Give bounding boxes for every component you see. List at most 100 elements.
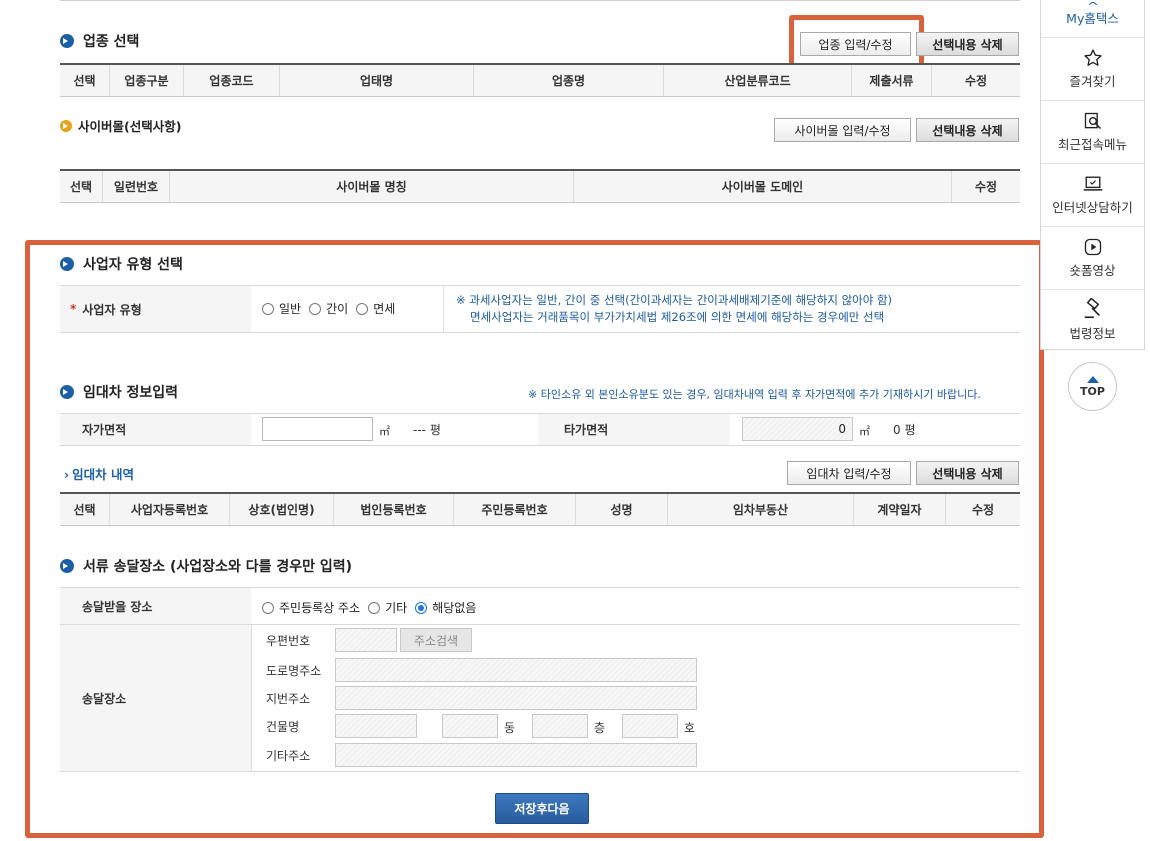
lease-table-header: 선택 사업자등록번호 상호(법인명) 법인등록번호 주민등록번호 성명 임차부동…	[60, 492, 1020, 526]
sidebar-item-shortform[interactable]: 숏폼영상	[1041, 227, 1144, 290]
top-label: TOP	[1080, 384, 1105, 398]
section-bullet-icon	[60, 559, 74, 573]
radio-circle[interactable]	[262, 601, 274, 614]
person-icon	[1088, 2, 1097, 5]
arrow-up-icon	[1086, 375, 1099, 383]
ho-label: 호	[684, 721, 696, 735]
lease-detail-title-text: 임대차 내역	[72, 467, 135, 482]
dong-label: 동	[504, 721, 516, 735]
industry-edit-button[interactable]: 업종 입력/수정	[800, 32, 911, 56]
cybermall-delete-button[interactable]: 선택내용 삭제	[916, 118, 1019, 142]
section-bullet-icon	[60, 257, 74, 271]
cybermall-title-text: 사이버몰(선택사항)	[78, 119, 182, 134]
radio-label: 면세	[373, 302, 396, 316]
section-bullet-icon	[60, 34, 74, 48]
building-label: 건물명	[266, 720, 300, 734]
radio-circle[interactable]	[368, 601, 381, 614]
sidebar-item-myhometax[interactable]: My홈택스	[1041, 0, 1144, 38]
radio-none[interactable]: 해당없음	[415, 599, 476, 616]
required-mark: *	[70, 302, 77, 316]
other-area-value: 0	[838, 422, 846, 436]
sidebar-item-law[interactable]: 법령정보	[1041, 290, 1144, 350]
col-edit: 수정	[974, 180, 998, 194]
other-pyeong-display: 0 평	[893, 421, 916, 438]
cybermall-table-header: 선택 일련번호 사이버몰 명칭 사이버몰 도메인 수정	[60, 169, 1020, 203]
radio-circle[interactable]	[356, 302, 369, 315]
radio-circle[interactable]	[262, 302, 274, 315]
sidebar-item-recent[interactable]: 최근접속메뉴	[1041, 101, 1144, 164]
other-area-unit: ㎡	[859, 425, 870, 438]
col-edit: 수정	[964, 74, 988, 88]
radio-circle[interactable]	[309, 302, 322, 315]
recent-search-icon	[1084, 112, 1101, 130]
industry-table-header: 선택 업종구분 업종코드 업태명 업종명 산업분류코드 제출서류 수정	[60, 63, 1020, 97]
lease-edit-button[interactable]: 임대차 입력/수정	[787, 461, 911, 485]
business-type-radio-group: 일반 간이 면세	[262, 300, 403, 317]
own-area-unit: ㎡	[379, 425, 390, 438]
col-industry-type: 업종구분	[110, 65, 184, 96]
postal-code-input	[335, 628, 397, 652]
lot-address-label: 지번주소	[266, 692, 311, 706]
business-type-section-title: 사업자 유형 선택	[60, 254, 183, 274]
sidebar-item-label: 법령정보	[1069, 326, 1116, 341]
own-pyeong-display: --- 평	[413, 421, 441, 438]
play-icon	[1084, 238, 1101, 256]
section-bullet-icon	[60, 119, 72, 132]
business-type-title-text: 사업자 유형 선택	[83, 257, 183, 273]
radio-exempt[interactable]: 면세	[356, 300, 395, 317]
other-address-input	[335, 743, 697, 767]
industry-delete-button[interactable]: 선택내용 삭제	[916, 32, 1019, 56]
business-type-label: * 사업자 유형	[60, 286, 251, 332]
lot-address-input	[335, 686, 697, 710]
floor-label: 층	[594, 721, 606, 735]
postal-code-label: 우편번호	[266, 634, 311, 648]
cell-divider	[443, 286, 444, 332]
industry-title-text: 업종 선택	[83, 34, 140, 50]
col-contract-date: 계약일자	[854, 494, 946, 525]
sidebar-item-label: 최근접속메뉴	[1057, 137, 1127, 152]
cell-divider	[251, 625, 252, 771]
col-corp-reg-no: 법인등록번호	[334, 494, 454, 525]
sidebar-item-consult[interactable]: 인터넷상담하기	[1041, 164, 1144, 227]
col-industry-code: 업종코드	[184, 65, 280, 96]
delivery-title-text: 서류 송달장소 (사업장소와 다를 경우만 입력)	[83, 559, 353, 575]
radio-resident-address[interactable]: 주민등록상 주소	[262, 599, 360, 616]
col-company-name: 상호(법인명)	[230, 494, 334, 525]
row-divider	[60, 771, 1020, 772]
radio-label: 해당없음	[432, 601, 477, 615]
radio-label: 일반	[279, 302, 302, 316]
notice-line-2: 면세사업자는 거래품목이 부가가치세법 제26조에 의한 면세에 해당하는 경우…	[470, 310, 885, 324]
laptop-chat-icon	[1083, 176, 1102, 191]
col-resident-no: 주민등록번호	[454, 494, 576, 525]
col-select: 선택	[60, 65, 110, 96]
address-search-button[interactable]: 주소검색	[400, 628, 472, 652]
radio-simple[interactable]: 간이	[309, 300, 348, 317]
radio-other[interactable]: 기타	[368, 599, 407, 616]
radio-label: 기타	[385, 601, 408, 615]
lease-detail-title: › 임대차 내역	[64, 464, 134, 483]
lease-title-text: 임대차 정보입력	[83, 385, 179, 401]
own-area-input[interactable]	[262, 417, 373, 441]
save-next-button[interactable]: 저장후다음	[495, 793, 589, 824]
radio-general[interactable]: 일반	[262, 300, 301, 317]
business-type-notice: ※ 과세사업자는 일반, 간이 중 선택(간이과세자는 간이과세배제기준에 해당…	[456, 292, 892, 326]
lease-section-title: 임대차 정보입력	[60, 382, 178, 402]
own-area-label: 자가면적	[60, 414, 251, 445]
lease-delete-button[interactable]: 선택내용 삭제	[916, 461, 1019, 485]
col-industry-name: 업종명	[474, 65, 664, 96]
row-divider	[60, 332, 1020, 333]
other-pyeong-unit: 평	[904, 423, 916, 437]
sidebar-item-favorites[interactable]: 즐겨찾기	[1041, 38, 1144, 101]
dong-input	[442, 714, 498, 738]
sidebar-item-label: 인터넷상담하기	[1052, 200, 1133, 215]
sidebar-item-label: My홈택스	[1066, 11, 1119, 26]
lease-notice: ※ 타인소유 외 본인소유분도 있는 경우, 임대차내역 입력 후 자가면적에 …	[528, 388, 981, 401]
col-select: 선택	[60, 171, 103, 202]
right-sidebar: My홈택스 즐겨찾기 최근접속메뉴 인터넷상담하기 숏폼영상 법령정보	[1040, 0, 1145, 350]
col-biz-reg-no: 사업자등록번호	[110, 494, 230, 525]
sidebar-item-label: 숏폼영상	[1069, 263, 1116, 278]
scroll-top-button[interactable]: TOP	[1068, 362, 1117, 411]
cybermall-edit-button[interactable]: 사이버몰 입력/수정	[774, 118, 911, 142]
other-area-input: 0	[742, 417, 853, 441]
radio-circle-selected[interactable]	[415, 601, 428, 614]
